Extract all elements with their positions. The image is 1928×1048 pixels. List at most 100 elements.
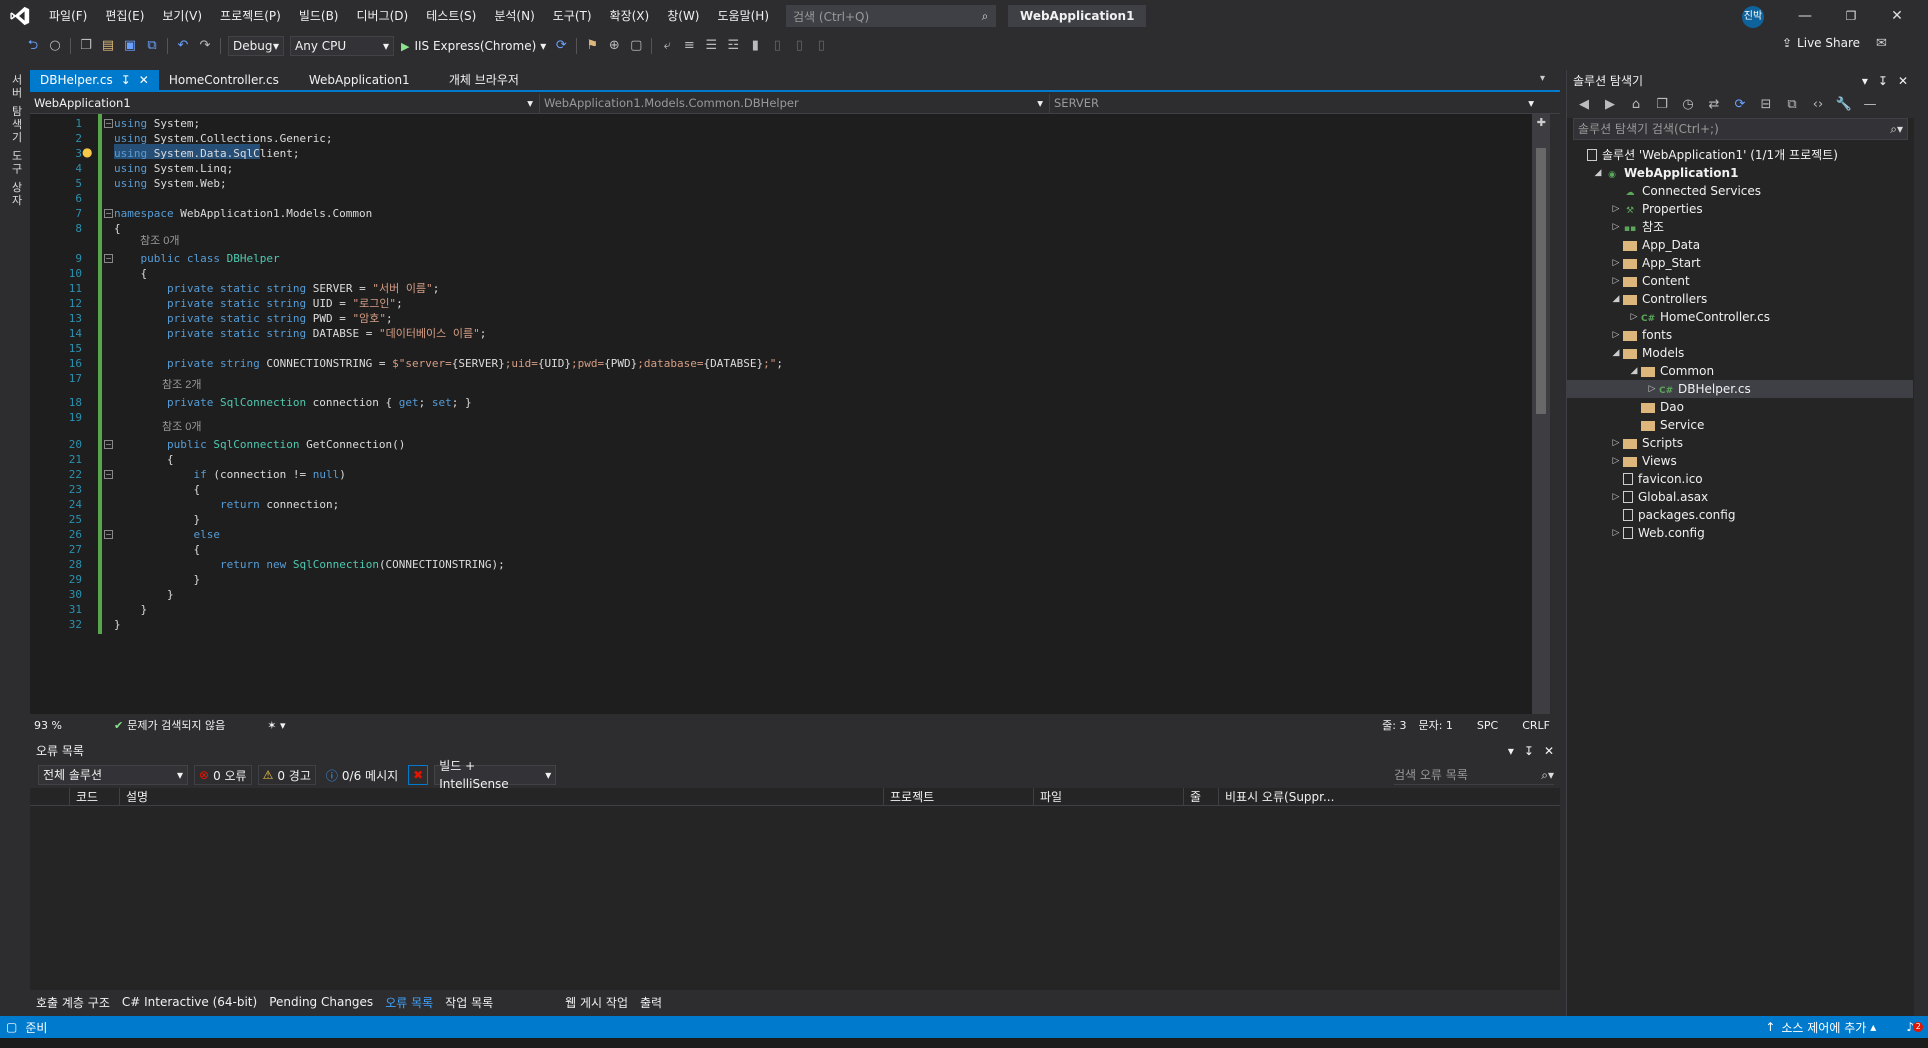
find-in-files-icon[interactable]: ⊕ [603, 35, 625, 57]
back-icon[interactable]: ⮌ [22, 35, 44, 57]
prev-bookmark-icon[interactable]: ▯ [766, 35, 788, 57]
code-cleanup-icon[interactable]: ✶ ▾ [267, 719, 285, 732]
bottom-tab[interactable]: Pending Changes [263, 995, 379, 1009]
close-window-icon[interactable]: ✕ [1874, 0, 1920, 32]
bottom-tab[interactable]: 오류 목록 [379, 994, 439, 1011]
code-line[interactable]: } [114, 512, 200, 527]
column-file[interactable]: 파일 [1034, 788, 1184, 805]
back-icon[interactable]: ◀ [1573, 94, 1595, 116]
chevron-up-icon[interactable]: ▴ [1870, 1020, 1876, 1034]
close-panel-icon[interactable]: ✕ [1544, 740, 1554, 762]
save-icon[interactable]: ▣ [119, 35, 141, 57]
close-tab-icon[interactable]: ✕ [139, 70, 149, 90]
code-line[interactable]: } [114, 572, 200, 587]
column-line[interactable]: 줄 [1184, 788, 1219, 805]
error-search-input[interactable]: 검색 오류 목록 ⌕▾ [1394, 765, 1554, 785]
bottom-tab[interactable]: 작업 목록 [439, 994, 499, 1011]
split-editor-icon[interactable]: ✚ [1537, 116, 1546, 129]
zoom-level[interactable]: 93 % [30, 719, 90, 732]
code-line[interactable]: else [114, 527, 220, 542]
redo-icon[interactable]: ↷ [194, 35, 216, 57]
code-line[interactable]: private static string DATABSE = "데이터베이스 … [114, 326, 486, 341]
collapsed-arrow-icon[interactable]: ▷ [1609, 272, 1623, 290]
document-tab[interactable]: HomeController.cs [159, 70, 299, 90]
column-project[interactable]: 프로젝트 [884, 788, 1034, 805]
menu-item[interactable]: 도구(T) [544, 0, 601, 32]
comment-icon[interactable]: ☰ [700, 35, 722, 57]
pin-tab-icon[interactable]: ↧ [121, 70, 131, 90]
solution-configuration-dropdown[interactable]: Debug ▾ [228, 36, 284, 56]
collapsed-arrow-icon[interactable]: ▷ [1627, 308, 1641, 326]
collapsed-arrow-icon[interactable]: ▷ [1609, 452, 1623, 470]
notifications-bell-icon[interactable]: ♪ 2 [1906, 1020, 1924, 1034]
tree-node[interactable]: ▷ Scripts [1567, 434, 1913, 452]
live-share-button[interactable]: ⇪ Live Share [1782, 36, 1860, 50]
code-line[interactable]: private SqlConnection connection { get; … [114, 395, 472, 410]
tree-node[interactable]: ▷ Content [1567, 272, 1913, 290]
tree-node[interactable]: ▷ ⚒ Properties [1567, 200, 1913, 218]
close-panel-icon[interactable]: ✕ [1898, 70, 1908, 92]
collapse-region-icon[interactable]: − [104, 119, 113, 128]
collapsed-arrow-icon[interactable]: ▷ [1609, 326, 1623, 344]
menu-item[interactable]: 보기(V) [153, 0, 211, 32]
tree-node[interactable]: Dao [1567, 398, 1913, 416]
tree-node[interactable]: ▷ Global.asax [1567, 488, 1913, 506]
menu-item[interactable]: 창(W) [658, 0, 708, 32]
bottom-tab[interactable]: 출력 [634, 994, 668, 1011]
show-all-files-icon[interactable]: ⧉ [1781, 94, 1803, 116]
visual-studio-logo-icon[interactable] [0, 0, 40, 32]
quick-launch-search[interactable]: 검색 (Ctrl+Q) ⌕ [786, 5, 997, 27]
expanded-arrow-icon[interactable]: ◢ [1609, 344, 1623, 362]
dropdown-icon[interactable]: ▾ [1862, 70, 1868, 92]
tree-node[interactable]: ◢ Controllers [1567, 290, 1913, 308]
code-line[interactable]: private string CONNECTIONSTRING = $"serv… [114, 356, 783, 371]
solution-search-input[interactable]: 솔루션 탐색기 검색(Ctrl+;) ⌕▾ [1573, 118, 1908, 140]
tree-node[interactable]: packages.config [1567, 506, 1913, 524]
build-source-dropdown[interactable]: 빌드 + IntelliSense ▾ [434, 759, 557, 791]
start-debugging-button[interactable]: ▶ IIS Express(Chrome) ▾ [397, 39, 550, 53]
code-line[interactable]: return new SqlConnection(CONNECTIONSTRIN… [114, 557, 505, 572]
new-project-icon[interactable]: ❐ [75, 35, 97, 57]
refresh-browser-icon[interactable]: ⟳ [550, 35, 572, 57]
search-icon[interactable]: ⌕ [975, 9, 995, 24]
bottom-tab[interactable]: 호출 계층 구조 [30, 994, 116, 1011]
collapsed-arrow-icon[interactable]: ▷ [1645, 380, 1659, 398]
column-suppression[interactable]: 비표시 오류(Suppr... [1219, 788, 1339, 805]
errors-filter-button[interactable]: ⊗ 0 오류 [194, 765, 252, 785]
browser-link-icon[interactable]: ⚑ [581, 35, 603, 57]
tree-node[interactable]: 솔루션 'WebApplication1' (1/1개 프로젝트) [1567, 146, 1913, 164]
toolbox-tab[interactable]: 도구 상자 [8, 150, 24, 208]
menu-item[interactable]: 테스트(S) [417, 0, 485, 32]
collapsed-arrow-icon[interactable]: ▷ [1609, 218, 1623, 236]
warnings-filter-button[interactable]: ⚠ 0 경고 [257, 765, 316, 785]
code-line[interactable]: public class DBHelper [114, 251, 280, 266]
tab-overflow-icon[interactable]: ▾ [1540, 73, 1545, 84]
view-code-icon[interactable]: ‹› [1807, 94, 1829, 116]
code-line[interactable]: using System.Collections.Generic; [114, 131, 333, 146]
editor-vertical-scrollbar[interactable] [1532, 114, 1550, 714]
type-dropdown[interactable]: WebApplication1.Models.Common.DBHelper ▾ [540, 94, 1050, 113]
code-line[interactable]: private static string UID = "로그인"; [114, 296, 403, 311]
expanded-arrow-icon[interactable]: ◢ [1609, 290, 1623, 308]
code-line[interactable]: if (connection != null) [114, 467, 345, 482]
menu-item[interactable]: 파일(F) [40, 0, 96, 32]
code-line[interactable]: } [114, 587, 174, 602]
code-line[interactable]: private static string SERVER = "서버 이름"; [114, 281, 439, 296]
tree-node[interactable]: Service [1567, 416, 1913, 434]
open-file-icon[interactable]: ▤ [97, 35, 119, 57]
switch-views-icon[interactable]: ❐ [1651, 94, 1673, 116]
restore-icon[interactable]: ❐ [1828, 0, 1874, 32]
undo-icon[interactable]: ↶ [172, 35, 194, 57]
save-all-icon[interactable]: ⧉ [141, 35, 163, 57]
lightbulb-icon[interactable]: ● [82, 145, 92, 159]
code-line[interactable]: return connection; [114, 497, 339, 512]
project-dropdown[interactable]: WebApplication1 ▾ [30, 94, 540, 113]
expanded-arrow-icon[interactable]: ◢ [1627, 362, 1641, 380]
menu-item[interactable]: 도움말(H) [709, 0, 779, 32]
solution-platform-dropdown[interactable]: Any CPU ▾ [290, 36, 394, 56]
search-icon[interactable]: ⌕▾ [1890, 119, 1903, 139]
refresh-icon[interactable]: ⟳ [1729, 94, 1751, 116]
menu-item[interactable]: 빌드(B) [290, 0, 348, 32]
pin-icon[interactable]: ↧ [1878, 70, 1888, 92]
bottom-tab[interactable]: C# Interactive (64-bit) [116, 995, 263, 1009]
